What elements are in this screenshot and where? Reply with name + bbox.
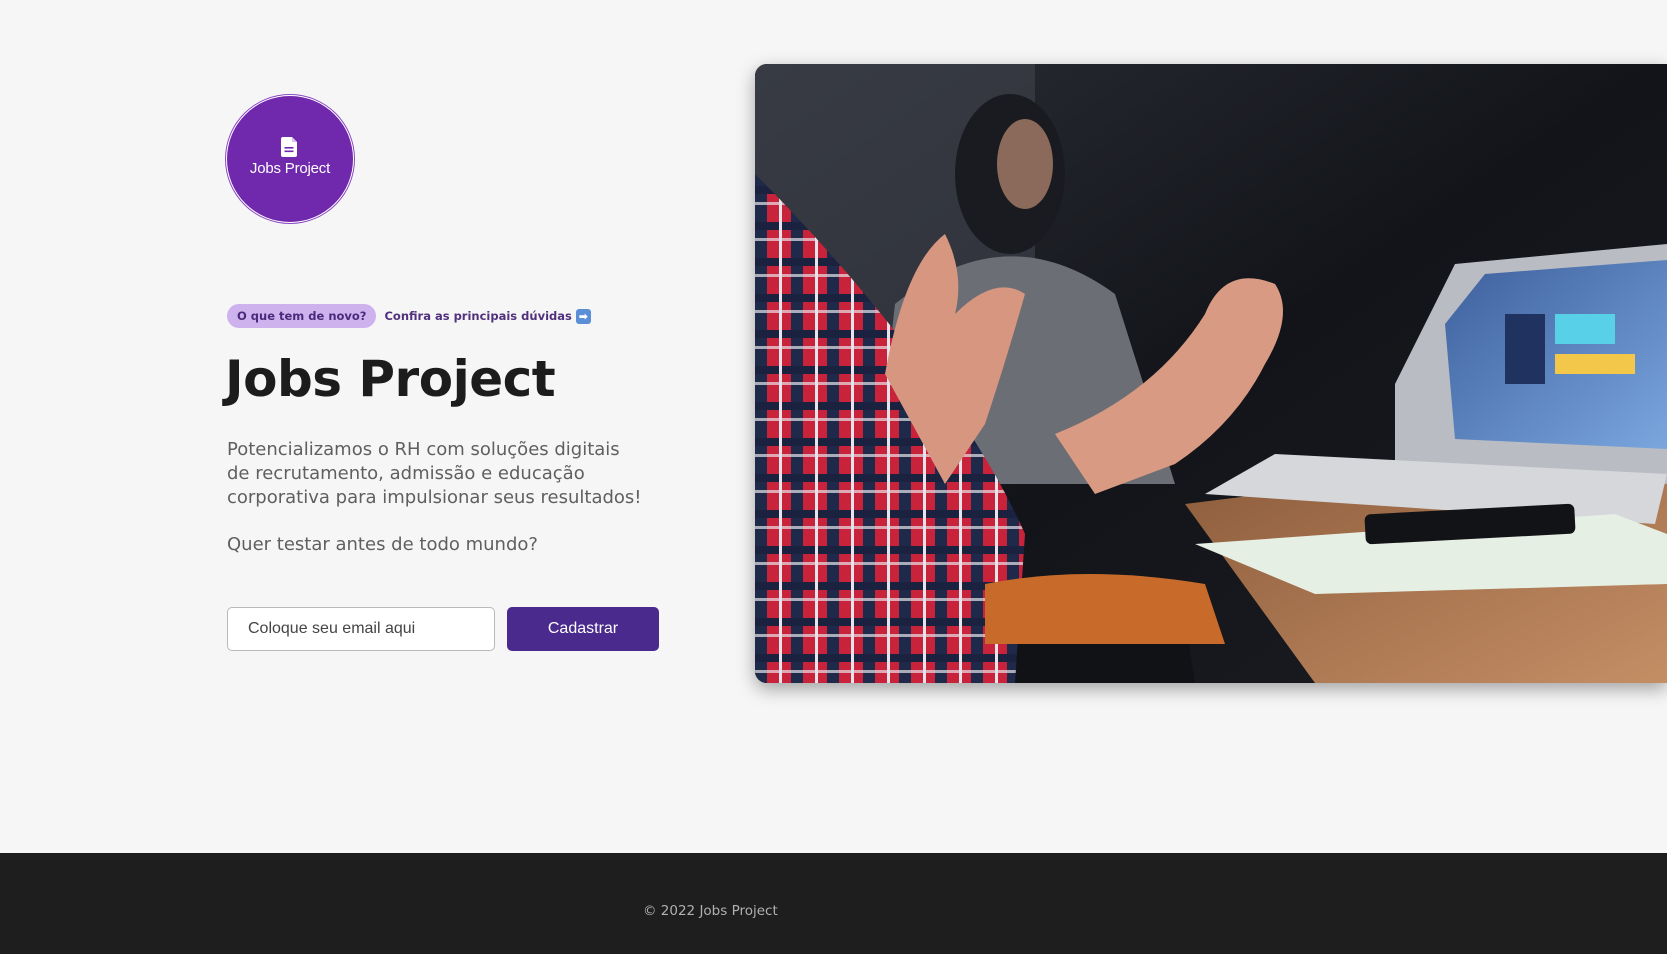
- meeting-photo-illustration: [755, 64, 1667, 683]
- logo-label: Jobs Project: [249, 160, 331, 177]
- announcement-row: O que tem de novo? Confira as principais…: [227, 304, 591, 328]
- hero-description: Potencializamos o RH com soluções digita…: [227, 439, 642, 508]
- signup-button[interactable]: Cadastrar: [507, 607, 659, 651]
- email-field[interactable]: [227, 607, 495, 651]
- hero-question: Quer testar antes de todo mundo?: [227, 534, 538, 555]
- copyright-text: © 2022 Jobs Project: [643, 903, 778, 919]
- faq-link[interactable]: Confira as principais dúvidas ➡: [384, 308, 591, 324]
- landing-page: Jobs Project O que tem de novo? Confira …: [0, 0, 1667, 954]
- document-icon: [281, 137, 297, 157]
- right-arrow-icon: ➡: [575, 308, 591, 324]
- page-title: Jobs Project: [225, 350, 556, 408]
- footer: © 2022 Jobs Project: [0, 853, 1667, 954]
- brand-logo: Jobs Project: [227, 96, 353, 222]
- hero-photo: [755, 64, 1667, 683]
- faq-link-label: Confira as principais dúvidas: [384, 309, 572, 323]
- whats-new-badge[interactable]: O que tem de novo?: [227, 304, 377, 328]
